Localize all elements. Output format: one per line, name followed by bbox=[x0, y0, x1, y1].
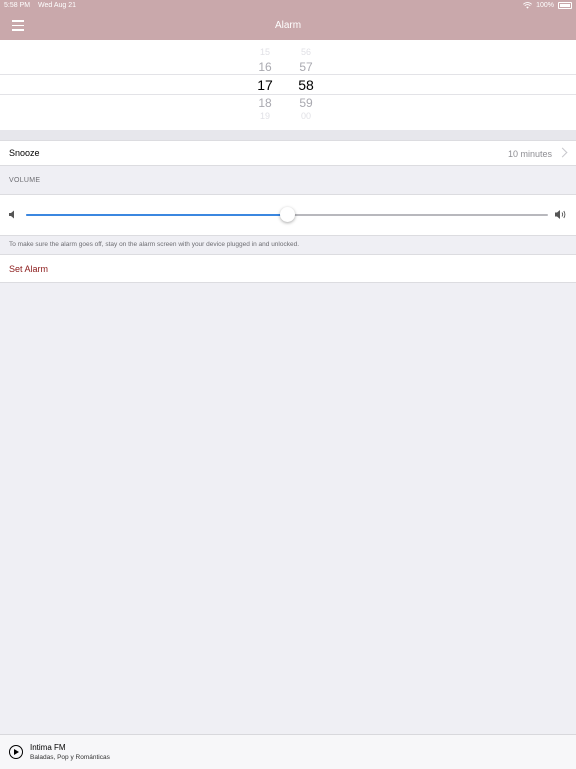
set-alarm-button[interactable]: Set Alarm bbox=[0, 254, 576, 283]
alarm-instructions: To make sure the alarm goes off, stay on… bbox=[9, 241, 300, 248]
snooze-row[interactable]: Snooze 10 minutes bbox=[0, 140, 576, 166]
selected-minute[interactable]: 58 bbox=[291, 77, 321, 93]
section-divider bbox=[0, 130, 576, 140]
minute-option[interactable]: 57 bbox=[291, 60, 321, 74]
navigation-bar: Alarm bbox=[0, 12, 576, 40]
minute-option[interactable]: 56 bbox=[291, 47, 321, 57]
page-title: Alarm bbox=[274, 20, 302, 31]
set-alarm-label: Set Alarm bbox=[9, 264, 49, 274]
volume-row bbox=[0, 194, 576, 236]
status-date: Wed Aug 21 bbox=[38, 2, 77, 9]
selected-hour[interactable]: 17 bbox=[250, 77, 280, 93]
station-name: Intima FM bbox=[30, 743, 66, 752]
minute-option[interactable]: 59 bbox=[291, 96, 321, 110]
station-genre: Baladas, Pop y Románticas bbox=[30, 754, 110, 761]
volume-slider-thumb[interactable] bbox=[280, 207, 295, 222]
hour-option[interactable]: 18 bbox=[250, 96, 280, 110]
battery-icon bbox=[558, 2, 572, 9]
hour-option[interactable]: 15 bbox=[250, 47, 280, 57]
volume-high-icon bbox=[555, 210, 566, 219]
chevron-right-icon bbox=[557, 147, 568, 158]
status-bar: 5:58 PM Wed Aug 21 100% bbox=[0, 0, 576, 12]
battery-percent: 100% bbox=[536, 2, 554, 9]
mini-player[interactable]: Intima FM Baladas, Pop y Románticas bbox=[0, 734, 576, 769]
volume-slider[interactable] bbox=[26, 207, 548, 222]
hour-option[interactable]: 16 bbox=[250, 60, 280, 74]
snooze-label: Snooze bbox=[9, 148, 40, 158]
volume-low-icon bbox=[9, 210, 14, 219]
minute-option[interactable]: 00 bbox=[291, 111, 321, 121]
volume-section-header: VOLUME bbox=[9, 177, 41, 184]
play-icon[interactable] bbox=[9, 745, 23, 759]
volume-slider-fill bbox=[26, 214, 287, 216]
snooze-value: 10 minutes bbox=[507, 149, 552, 159]
hour-option[interactable]: 19 bbox=[250, 111, 280, 121]
status-time: 5:58 PM bbox=[4, 2, 31, 9]
wifi-icon bbox=[523, 2, 533, 9]
time-picker[interactable]: 15 16 17 18 19 56 57 58 59 00 bbox=[0, 40, 576, 130]
